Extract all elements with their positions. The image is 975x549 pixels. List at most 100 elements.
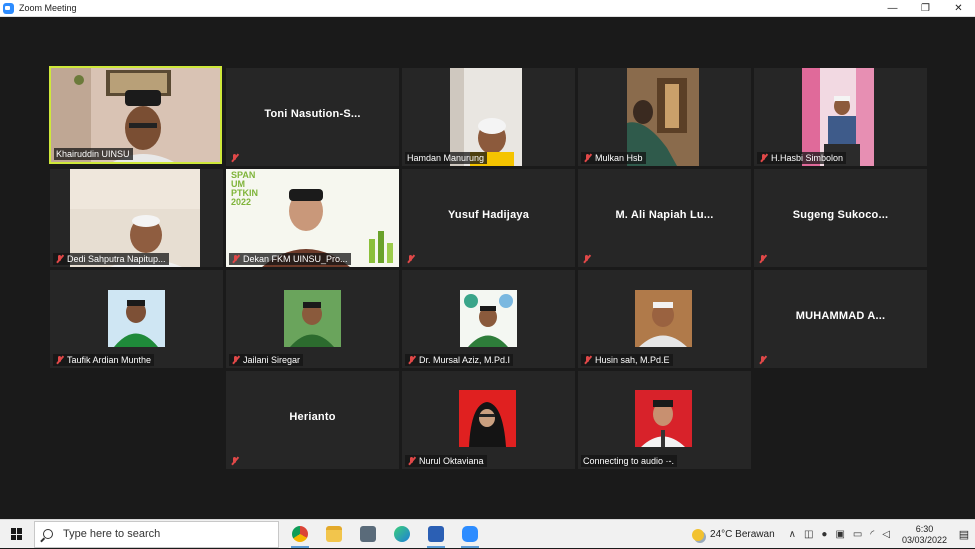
participant-name-label: Mulkan Hsb [581,152,646,164]
microphone-icon[interactable]: ● [821,529,827,540]
participant-photo [108,290,165,347]
mic-muted-icon [231,254,240,264]
slide-text: SPAN UM PTKIN 2022 [231,171,258,207]
participant-tile[interactable]: SPAN UM PTKIN 2022 Dekan FKM UINSU_Pro... [226,169,399,267]
chevron-up-icon[interactable]: ∧ [789,529,796,540]
close-button[interactable]: ✕ [942,0,975,17]
mic-muted-icon [231,355,240,365]
participant-tile[interactable]: Sugeng Sukoco... [754,169,927,267]
participant-tile[interactable]: Nurul Oktaviana [402,371,575,469]
restore-button[interactable]: ❐ [909,0,942,17]
chrome-app[interactable] [283,520,317,549]
battery-icon[interactable]: ▭ [853,529,862,540]
camera-icon [360,526,376,542]
display-icon[interactable]: ▣ [835,529,844,540]
participant-tile[interactable]: Hamdan Manurung [402,68,575,166]
participant-name-label: Taufik Ardian Munthe [53,354,155,366]
weather-temperature: 24°C [710,529,733,540]
minimize-button[interactable]: — [876,0,909,17]
participant-name-label: Hamdan Manurung [405,152,488,164]
participant-name-label: Khairuddin UINSU [54,148,133,160]
mic-muted-icon [759,153,768,163]
participant-tile[interactable]: Toni Nasution-S... [226,68,399,166]
mic-muted-icon [758,355,767,365]
participant-photo [635,290,692,347]
participant-name-label: Dekan FKM UINSU_Pro... [229,253,351,265]
participant-photo [459,390,516,447]
window-title: Zoom Meeting [19,3,77,13]
participant-display-name: MUHAMMAD A... [795,310,886,322]
participant-name-label: H.Hasbi Simbolon [757,152,847,164]
participant-photo [635,390,692,447]
wifi-icon[interactable]: ◜ [870,529,874,540]
mic-muted-icon [583,355,592,365]
mic-muted-icon [406,254,415,264]
speaker-icon[interactable]: ◁ [882,529,890,540]
participant-name-label: Jailani Siregar [229,354,304,366]
participant-display-name: Sugeng Sukoco... [792,209,889,221]
title-bar: Zoom Meeting — ❐ ✕ [0,0,975,17]
mic-muted-icon [407,456,416,466]
taskbar-clock[interactable]: 6:30 03/03/2022 [902,524,947,546]
taskbar-search-box[interactable]: Type here to search [34,520,279,548]
file-explorer-app[interactable] [317,520,351,549]
participant-display-name: Herianto [289,411,336,423]
system-tray: 24°C Berawan ∧ ◫ ● ▣ ▭ ◜ ◁ 6:30 03/03/20… [692,520,975,549]
windows-taskbar: Type here to search 24°C Berawan ∧ ◫ ● ▣… [0,519,975,548]
mic-muted-icon [758,254,767,264]
participant-tile[interactable]: Connecting to audio ·-. [578,371,751,469]
mic-muted-icon [55,355,64,365]
folder-icon [326,526,342,542]
word-app[interactable] [419,520,453,549]
participant-display-name: Yusuf Hadijaya [447,209,530,221]
meet-now-icon[interactable]: ◫ [804,529,813,540]
mic-muted-icon [407,355,416,365]
participant-tile[interactable]: Jailani Siregar [226,270,399,368]
taskbar-apps [283,520,487,549]
participant-tile[interactable]: Husin sah, M.Pd.E [578,270,751,368]
search-icon [43,529,53,539]
camera-app[interactable] [351,520,385,549]
participant-name-label: Husin sah, M.Pd.E [581,354,673,366]
mic-muted-icon [230,153,239,163]
participant-tile[interactable]: Herianto [226,371,399,469]
clock-date: 03/03/2022 [901,534,947,545]
weather-condition: Berawan [735,529,775,540]
participant-photo [284,290,341,347]
mic-muted-icon [582,254,591,264]
clock-time: 6:30 [915,523,934,534]
edge-app[interactable] [385,520,419,549]
mic-muted-icon [55,254,64,264]
zoom-app[interactable] [453,520,487,549]
weather-widget[interactable]: 24°C Berawan [692,528,775,541]
mic-muted-icon [230,456,239,466]
participant-display-name: M. Ali Napiah Lu... [615,209,714,221]
participant-tile[interactable]: Dr. Mursal Aziz, M.Pd.I [402,270,575,368]
zoom-icon [462,526,478,542]
search-placeholder: Type here to search [63,528,161,540]
participant-photo [460,290,517,347]
zoom-app-icon [3,2,14,14]
notification-center-icon[interactable]: ▤ [953,520,975,549]
participant-tile[interactable]: Dedi Sahputra Napitup... [50,169,223,267]
start-button[interactable] [0,520,34,549]
participant-tile[interactable]: H.Hasbi Simbolon [754,68,927,166]
edge-icon [394,526,410,542]
participant-display-name: Toni Nasution-S... [264,108,361,120]
gallery-view: Khairuddin UINSU Toni Nasution-S... Hamd… [0,18,975,519]
windows-logo-icon [11,528,23,540]
mic-muted-icon [583,153,592,163]
participant-tile[interactable]: M. Ali Napiah Lu... [578,169,751,267]
participant-name-label: Dedi Sahputra Napitup... [53,253,169,265]
participant-name-label: Dr. Mursal Aziz, M.Pd.I [405,354,514,366]
participant-tile[interactable]: MUHAMMAD A... [754,270,927,368]
participant-tile[interactable]: Taufik Ardian Munthe [50,270,223,368]
partly-cloudy-icon [692,528,705,541]
chrome-icon [292,526,308,542]
participant-tile[interactable]: Yusuf Hadijaya [402,169,575,267]
participant-tile[interactable]: Mulkan Hsb [578,68,751,166]
participant-name-label: Connecting to audio ·-. [581,455,678,467]
participant-name-label: Nurul Oktaviana [405,455,487,467]
window-controls: — ❐ ✕ [876,0,975,17]
participant-tile[interactable]: Khairuddin UINSU [49,66,222,164]
